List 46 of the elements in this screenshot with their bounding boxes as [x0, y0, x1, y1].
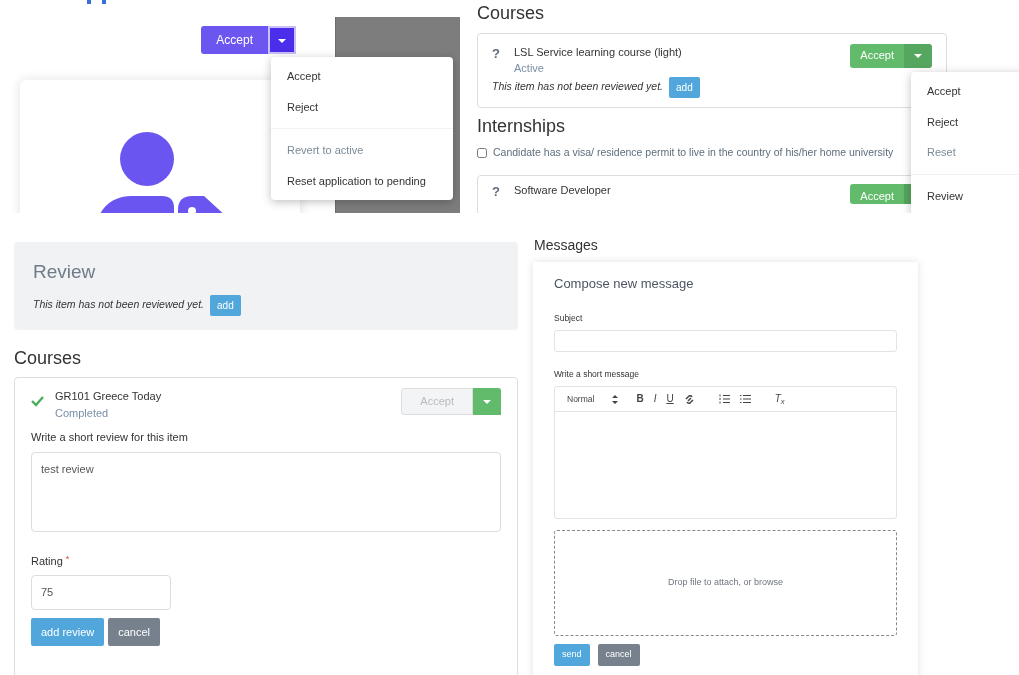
menu-item[interactable]: Reset application to pending: [271, 165, 453, 196]
field-label: Subject: [554, 311, 584, 325]
internship-title: Software Developer: [514, 182, 612, 198]
section-heading: Messages: [534, 236, 599, 255]
check-icon: [31, 394, 44, 407]
logo-fragment-icon: [87, 0, 106, 4]
field-label: Rating: [31, 554, 63, 567]
dropdown-toggle[interactable]: [904, 43, 932, 68]
italic-button[interactable]: I: [649, 394, 661, 404]
course-title: LSL Service learning course (light): [514, 44, 683, 60]
menu-item[interactable]: Accept: [271, 61, 453, 92]
menu-item[interactable]: Reject: [271, 91, 453, 122]
cancel-button[interactable]: cancel: [597, 644, 640, 666]
sort-icon: [612, 394, 619, 404]
menu-item[interactable]: Accept: [911, 76, 1019, 107]
cancel-button[interactable]: cancel: [108, 617, 160, 647]
question-mark: ?: [492, 44, 501, 63]
review-note: This item has not been reviewed yet.: [492, 79, 663, 95]
section-heading: Internships: [477, 115, 566, 138]
section-heading: Courses: [477, 3, 545, 25]
clear-format-button[interactable]: T$_{x}$: [770, 394, 789, 404]
dropdown-toggle[interactable]: [268, 26, 296, 54]
subject-input[interactable]: [554, 330, 897, 353]
required-mark: *: [65, 553, 70, 564]
checkbox-label: Candidate has a visa/ residence permit to live in the country of his/her home university: [493, 145, 894, 161]
visa-checkbox[interactable]: [477, 148, 487, 159]
bold-button[interactable]: B: [632, 394, 648, 404]
rating-input[interactable]: 75: [31, 575, 171, 610]
review-title: Review: [33, 260, 97, 284]
section-heading: Courses: [14, 347, 83, 370]
review-note: This item has not been reviewed yet.: [33, 297, 204, 313]
course-title: GR101 Greece Today: [55, 389, 163, 405]
menu-item[interactable]: Review: [911, 180, 1019, 211]
course-status: Active: [514, 61, 545, 77]
course-status: Completed: [55, 405, 110, 421]
file-dropzone[interactable]: Drop file to attach, or browse: [554, 530, 897, 636]
menu-item[interactable]: Reject: [911, 106, 1019, 137]
review-textarea[interactable]: test review: [31, 451, 501, 532]
field-label: Write a short review for this item: [31, 430, 189, 446]
dropzone-text: Drop file to attach, or browse: [667, 576, 784, 590]
question-mark: ?: [492, 182, 501, 201]
format-select[interactable]: Normal: [563, 392, 623, 406]
field-label: Write a short message: [554, 368, 640, 381]
accept-button[interactable]: Accept: [201, 26, 268, 54]
underline-button[interactable]: U: [662, 394, 678, 404]
compose-title: Compose new message: [554, 275, 695, 293]
